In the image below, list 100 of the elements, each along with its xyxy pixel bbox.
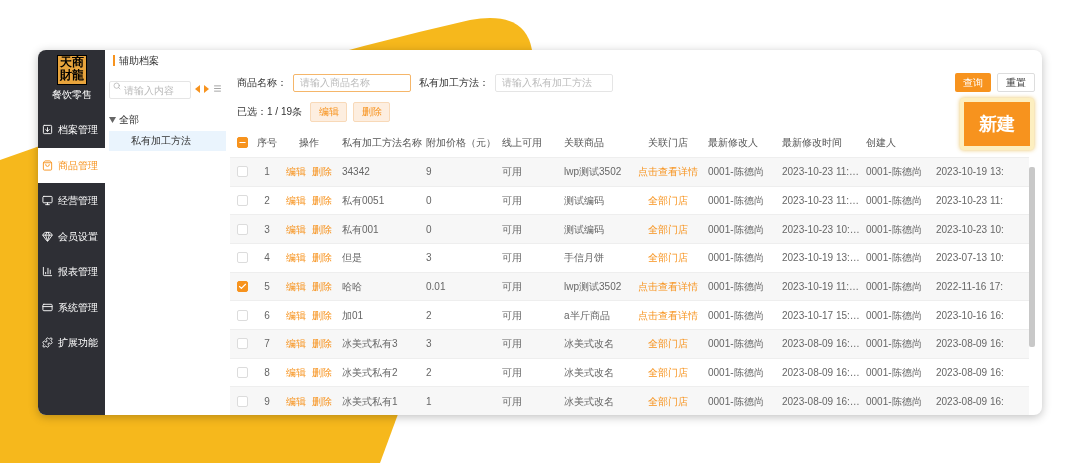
- table-cell-text: 私有0051: [342, 193, 385, 208]
- table-row[interactable]: 3 编辑 删除 私有001 0 可用 测试编码 全部门店 0001-陈德尚 2023-10-23 10:… 0001-陈德尚 2023-10-23 10:: [230, 214, 1029, 243]
- tree-item[interactable]: 私有加工方法: [109, 130, 226, 151]
- checkbox[interactable]: [236, 338, 248, 350]
- table-row[interactable]: 5 编辑 删除 哈哈 0.01 可用 lwp测试3502 点击查看详情 0001-陈德尚 2023-10-19 11:… 0001-陈德尚 2022-11-16 17:: [230, 271, 1029, 301]
- nav-item[interactable]: 扩展功能: [38, 325, 105, 361]
- table-cell-text: 2: [264, 193, 270, 208]
- action-button[interactable]: 查询: [955, 73, 991, 93]
- table-row[interactable]: 7 编辑 删除 冰美式私有3 3 可用 冰美式改名 全部门店 0001-陈德尚 2023-08-09 16:… 0001-陈德尚 2023-08-09 16:: [230, 328, 1029, 358]
- table-cell-text: 私有001: [342, 222, 379, 237]
- checkbox[interactable]: [236, 309, 248, 321]
- table-cell-text: 0: [426, 193, 432, 208]
- row-action-link[interactable]: 编辑: [286, 278, 306, 294]
- checkbox[interactable]: [236, 252, 248, 264]
- table-cell-text: 0001-陈德尚: [708, 222, 764, 237]
- store-link[interactable]: 点击查看详情: [638, 307, 698, 323]
- table-cell-text: 2023-08-09 16:…: [782, 337, 860, 352]
- checkbox[interactable]: [236, 395, 248, 407]
- column-header: 关联门店: [648, 136, 688, 151]
- right-arrow-icon[interactable]: [204, 84, 209, 93]
- table-cell-text: 0001-陈德尚: [866, 193, 922, 208]
- table-cell-text: 0001-陈德尚: [866, 337, 922, 352]
- nav-item[interactable]: 档案管理: [38, 112, 105, 148]
- table-cell-text: 0001-陈德尚: [866, 165, 922, 180]
- row-action-link[interactable]: 编辑: [286, 250, 306, 266]
- row-action-link[interactable]: 删除: [312, 221, 332, 237]
- bulk-action-button[interactable]: 删除: [353, 101, 391, 122]
- row-action-link[interactable]: 删除: [312, 336, 332, 352]
- table-cell-text: 0001-陈德尚: [708, 337, 764, 352]
- nav-item[interactable]: 系统管理: [38, 289, 105, 325]
- row-action-link[interactable]: 编辑: [286, 393, 306, 409]
- store-link[interactable]: 点击查看详情: [638, 164, 698, 180]
- table-cell-text: 5: [264, 279, 270, 294]
- row-action-link[interactable]: 编辑: [286, 307, 306, 323]
- store-link[interactable]: 全部门店: [648, 192, 688, 208]
- table-cell-text: 可用: [502, 165, 522, 180]
- nav-item[interactable]: 经营管理: [38, 183, 105, 219]
- store-link[interactable]: 全部门店: [648, 250, 688, 266]
- store-link[interactable]: 点击查看详情: [638, 278, 698, 294]
- table-cell-text: 冰美式私有3: [342, 337, 398, 352]
- row-action-link[interactable]: 编辑: [286, 364, 306, 380]
- action-button[interactable]: 重置: [997, 73, 1035, 93]
- table-cell-text: 0001-陈德尚: [866, 251, 922, 266]
- table-row[interactable]: 1 编辑 删除 34342 9 可用 lwp测试3502 点击查看详情 0001-陈德尚 2023-10-23 11:… 0001-陈德尚 2023-10-19 13:: [230, 156, 1029, 186]
- bulk-action-button[interactable]: 编辑: [310, 101, 348, 122]
- table-row[interactable]: 9 编辑 删除 冰美式私有1 1 可用 冰美式改名 全部门店 0001-陈德尚 2023-08-09 16:… 0001-陈德尚 2023-08-09 16:: [230, 386, 1029, 415]
- caret-icon: [109, 116, 116, 123]
- row-action-link[interactable]: 编辑: [286, 336, 306, 352]
- table-cell-text: 2023-10-16 16:: [936, 308, 1004, 323]
- row-action-link[interactable]: 删除: [312, 192, 332, 208]
- checkbox[interactable]: [236, 366, 248, 378]
- table-cell-text: 2023-10-23 10:…: [782, 222, 860, 237]
- checkbox[interactable]: [236, 223, 248, 235]
- nav-item[interactable]: 报表管理: [38, 254, 105, 290]
- tree-item[interactable]: 全部: [109, 110, 226, 129]
- store-link[interactable]: 全部门店: [648, 221, 688, 237]
- table-cell-text: 0001-陈德尚: [866, 394, 922, 409]
- row-action-link[interactable]: 删除: [312, 393, 332, 409]
- table-cell-text: 冰美式私有1: [342, 394, 398, 409]
- store-link[interactable]: 全部门店: [648, 336, 688, 352]
- row-action-link[interactable]: 删除: [312, 164, 332, 180]
- nav-icon: [42, 266, 53, 278]
- search-field[interactable]: 请输入内容: [109, 81, 191, 100]
- table-cell-text: 可用: [502, 222, 522, 237]
- store-link[interactable]: 全部门店: [648, 393, 688, 409]
- row-action-link[interactable]: 删除: [312, 250, 332, 266]
- row-action-link[interactable]: 编辑: [286, 164, 306, 180]
- column-header: 序号: [257, 136, 277, 151]
- row-action-link[interactable]: 编辑: [286, 192, 306, 208]
- checkbox[interactable]: [236, 137, 248, 149]
- table-cell-text: 0001-陈德尚: [708, 308, 764, 323]
- left-arrow-icon[interactable]: [195, 84, 200, 93]
- nav-icon: [42, 301, 53, 313]
- menu-icon[interactable]: [213, 84, 222, 94]
- panel-title: 辅助档案: [119, 53, 159, 68]
- column-header: 最新修改人: [708, 136, 758, 151]
- check-icon: [237, 281, 247, 291]
- table-cell-text: 可用: [502, 365, 522, 380]
- table-cell-text: 1: [264, 165, 270, 180]
- new-button[interactable]: 新建: [960, 98, 1034, 150]
- store-link[interactable]: 全部门店: [648, 364, 688, 380]
- table-cell-text: 2023-10-23 10:: [936, 222, 1004, 237]
- checkbox[interactable]: [236, 280, 248, 292]
- row-action-link[interactable]: 编辑: [286, 221, 306, 237]
- table-cell-text: 冰美式改名: [564, 394, 614, 409]
- checkbox[interactable]: [236, 166, 248, 178]
- nav-icon: [42, 337, 53, 349]
- table-cell-text: 2023-10-19 13:: [936, 165, 1004, 180]
- table-cell-text: 可用: [502, 394, 522, 409]
- row-action-link[interactable]: 删除: [312, 278, 332, 294]
- row-action-link[interactable]: 删除: [312, 307, 332, 323]
- column-header: 最新修改时间: [782, 136, 842, 151]
- row-action-link[interactable]: 删除: [312, 364, 332, 380]
- table-cell-text: 2023-10-19 11:…: [782, 279, 860, 294]
- checkbox[interactable]: [236, 194, 248, 206]
- table-cell-text: 2023-10-23 11:: [936, 193, 1004, 208]
- nav-item[interactable]: 会员设置: [38, 218, 105, 254]
- nav-item[interactable]: 商品管理: [38, 147, 105, 183]
- selection-summary: 已选：1 / 19条: [237, 105, 303, 120]
- table-cell-text: 但是: [342, 251, 362, 266]
